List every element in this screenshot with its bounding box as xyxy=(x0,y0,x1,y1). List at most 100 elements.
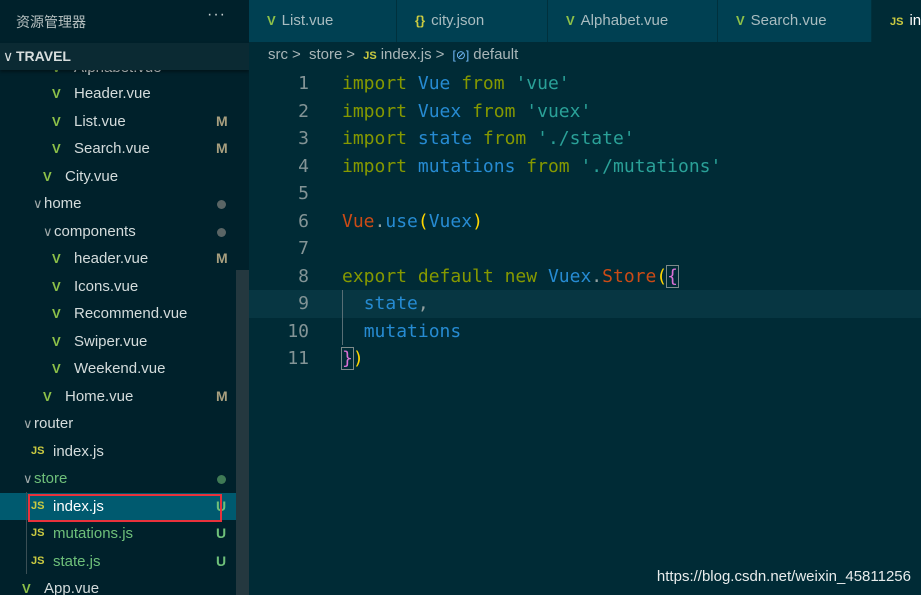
tree-item[interactable]: V Header.vue xyxy=(0,80,249,107)
vue-icon: V xyxy=(43,388,52,404)
code-line: 11}) xyxy=(249,345,921,373)
explorer-sidebar: 资源管理器 ··· ∨TRAVEL VAlphabet.vue VHeader.… xyxy=(0,0,249,595)
tree-item[interactable]: ∨ router xyxy=(0,410,249,437)
vue-icon: V xyxy=(22,581,31,595)
git-status-badge: U xyxy=(216,552,227,569)
tree-item[interactable]: JS index.js xyxy=(0,438,249,465)
more-actions-button[interactable]: ··· xyxy=(207,6,226,24)
tree-item[interactable]: V Weekend.vue xyxy=(0,355,249,382)
chevron-down-icon: ∨ xyxy=(33,196,43,211)
git-status-badge: M xyxy=(216,112,228,129)
tree-item-label: Header.vue xyxy=(74,85,151,102)
tree-item[interactable]: Vheader.vue M xyxy=(0,245,249,272)
tree-item-label: mutations.js xyxy=(53,525,134,542)
tree-item-label: City.vue xyxy=(65,167,119,185)
tree-item[interactable]: V Recommend.vue xyxy=(0,300,249,327)
code-line: 1 import Vue from 'vue' xyxy=(249,70,921,98)
tab[interactable]: V Alphabet.vue xyxy=(548,0,718,42)
watermark: https://blog.csdn.net/weixin_45811256 xyxy=(656,568,911,585)
chevron-down-icon: ∨ xyxy=(43,223,53,239)
js-icon: JS xyxy=(890,16,904,28)
line-number: 1 xyxy=(298,73,309,94)
tree-item[interactable]: V Search.vue M xyxy=(0,135,249,162)
tab[interactable]: V Search.vue xyxy=(718,0,872,42)
tree-item-label: components xyxy=(54,222,136,240)
breadcrumb-symbol[interactable]: default xyxy=(473,46,518,63)
tree-item[interactable]: V City.vue xyxy=(0,163,249,190)
modified-dot-icon xyxy=(217,227,226,237)
tree-item-label: Weekend.vue xyxy=(74,360,166,377)
tab-label: Search.vue xyxy=(750,12,827,29)
tab[interactable]: JS index.js xyxy=(872,0,921,42)
line-number: 11 xyxy=(287,348,309,369)
tab-label: Alphabet.vue xyxy=(580,12,669,29)
breadcrumb-src[interactable]: src xyxy=(268,46,288,63)
modified-dot-icon xyxy=(217,200,226,209)
tree-item-label: router xyxy=(34,415,74,432)
tree-item-label: Search.vue xyxy=(74,140,150,157)
chevron-down-icon: ∨ xyxy=(23,416,33,431)
line-number: 7 xyxy=(298,238,309,259)
tree-item-label: Home.vue xyxy=(65,387,134,405)
vue-icon: V xyxy=(267,13,276,28)
line-number: 6 xyxy=(298,210,309,232)
tree-item[interactable]: V Icons.vue xyxy=(0,273,249,300)
breadcrumb-file[interactable]: index.js xyxy=(381,46,432,63)
git-status-badge: M xyxy=(216,140,228,156)
line-number: 3 xyxy=(298,128,309,149)
vue-icon: V xyxy=(52,141,61,156)
tree-item-label: store xyxy=(34,470,68,487)
tab-label: index.js xyxy=(909,12,921,29)
tab[interactable]: V List.vue xyxy=(249,0,397,42)
breadcrumb-store[interactable]: store xyxy=(309,46,342,63)
modified-dot-icon xyxy=(217,475,226,484)
chevron-right-icon: > xyxy=(346,46,356,63)
tree-item-label: Swiper.vue xyxy=(74,332,148,350)
code-line: 7 xyxy=(249,235,921,263)
tree-item[interactable]: V Swiper.vue xyxy=(0,328,249,355)
tree-item[interactable]: JS state.js U xyxy=(0,548,249,575)
git-status-badge: U xyxy=(216,525,227,541)
tree-item[interactable]: V App.vue xyxy=(0,575,249,595)
tab[interactable]: {} city.json xyxy=(397,0,548,42)
code-line: 4 import mutations from './mutations' xyxy=(249,153,921,181)
line-number: 5 xyxy=(298,183,309,204)
line-number: 4 xyxy=(298,155,309,177)
code-line: 10 mutations xyxy=(249,317,921,345)
git-status-badge: M xyxy=(216,250,228,266)
sidebar-scrollbar[interactable] xyxy=(236,270,249,595)
tree-item[interactable]: ∨ home xyxy=(0,190,249,217)
line-number: 2 xyxy=(298,100,309,122)
workspace-root-label: TRAVEL xyxy=(16,48,71,64)
tree-item[interactable]: V List.vue M xyxy=(0,108,249,135)
vue-icon: V xyxy=(566,13,575,28)
explorer-title: 资源管理器 xyxy=(16,14,86,30)
chevron-right-icon: > xyxy=(435,46,445,63)
breadcrumb: src > store > JS index.js > [⊘] default xyxy=(268,46,522,63)
code-editor[interactable]: 1 import Vue from 'vue' 2 import Vuex from… xyxy=(249,70,921,373)
tree-item[interactable]: V Home.vue M xyxy=(0,383,249,410)
tree-item-label: App.vue xyxy=(44,580,100,595)
vue-icon: V xyxy=(52,278,61,294)
tree-item-label: header.vue xyxy=(74,250,149,267)
code-line: 6 Vue.use(Vuex) xyxy=(249,208,921,236)
line-number: 8 xyxy=(298,265,309,287)
tab-label: city.json xyxy=(431,12,485,29)
json-icon: {} xyxy=(415,13,426,28)
tree-item[interactable]: ∨ store xyxy=(0,465,249,492)
vue-icon: V xyxy=(52,251,61,266)
editor-tabs: V List.vue {} city.json V Alphabet.vue V Search… xyxy=(249,0,921,42)
tree-item[interactable]: JS mutations.js U xyxy=(0,520,249,547)
tree-item[interactable]: ∨ components xyxy=(0,218,249,245)
vue-icon: V xyxy=(43,168,52,184)
line-number: 9 xyxy=(298,293,309,314)
tree-item-label: state.js xyxy=(53,552,101,570)
chevron-down-icon: ∨ xyxy=(3,48,14,64)
js-icon: JS xyxy=(31,444,45,457)
chevron-right-icon: > xyxy=(292,46,301,63)
workspace-root-travel[interactable]: ∨ TRAVEL xyxy=(0,43,249,70)
indent-guide xyxy=(26,492,27,574)
js-icon: JS xyxy=(31,554,45,567)
code-line: 5 xyxy=(249,180,921,208)
code-line: 2 import Vuex from 'vuex' xyxy=(249,98,921,126)
